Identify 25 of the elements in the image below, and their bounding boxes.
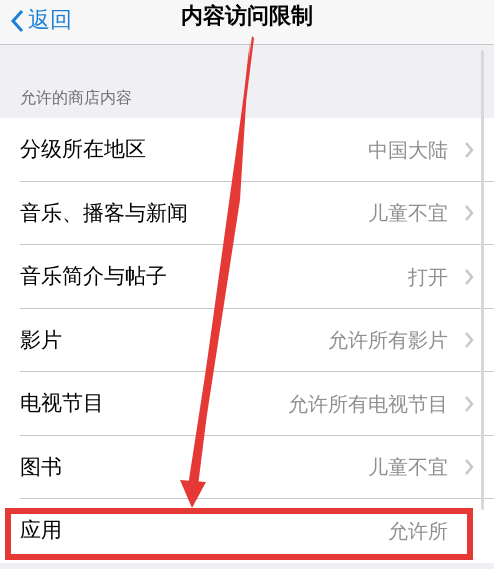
- row-value: 儿童不宜: [368, 200, 448, 228]
- row-label: 影片: [20, 326, 62, 354]
- section-header: 允许的商店内容: [20, 87, 132, 109]
- settings-row[interactable]: 分级所在地区 中国大陆: [0, 118, 494, 182]
- row-label: 电视节目: [20, 390, 104, 417]
- back-chevron-icon: [10, 8, 24, 32]
- row-label: 音乐简介与帖子: [20, 263, 167, 290]
- settings-row[interactable]: 音乐简介与帖子 打开: [0, 245, 494, 308]
- settings-row[interactable]: 音乐、播客与新闻 儿童不宜: [0, 182, 494, 245]
- settings-row[interactable]: 应用 允许所: [0, 499, 494, 562]
- row-label: 图书: [20, 454, 62, 480]
- row-value: 儿童不宜: [368, 454, 448, 482]
- row-value: 允许所: [388, 518, 448, 545]
- settings-row[interactable]: 影片 允许所有影片: [0, 308, 494, 372]
- row-label: 音乐、播客与新闻: [20, 200, 188, 226]
- page-title: 内容访问限制: [181, 2, 313, 30]
- row-value: 允许所有电视节目: [288, 390, 448, 418]
- row-value: 打开: [408, 264, 448, 291]
- settings-row[interactable]: 电视节目 允许所有电视节目: [0, 372, 494, 436]
- back-button[interactable]: 返回: [10, 4, 72, 37]
- row-label: 应用: [20, 517, 62, 544]
- row-label: 分级所在地区: [20, 136, 146, 163]
- row-value: 中国大陆: [368, 136, 448, 164]
- settings-row[interactable]: 图书 儿童不宜: [0, 436, 494, 499]
- row-value: 允许所有影片: [328, 327, 448, 354]
